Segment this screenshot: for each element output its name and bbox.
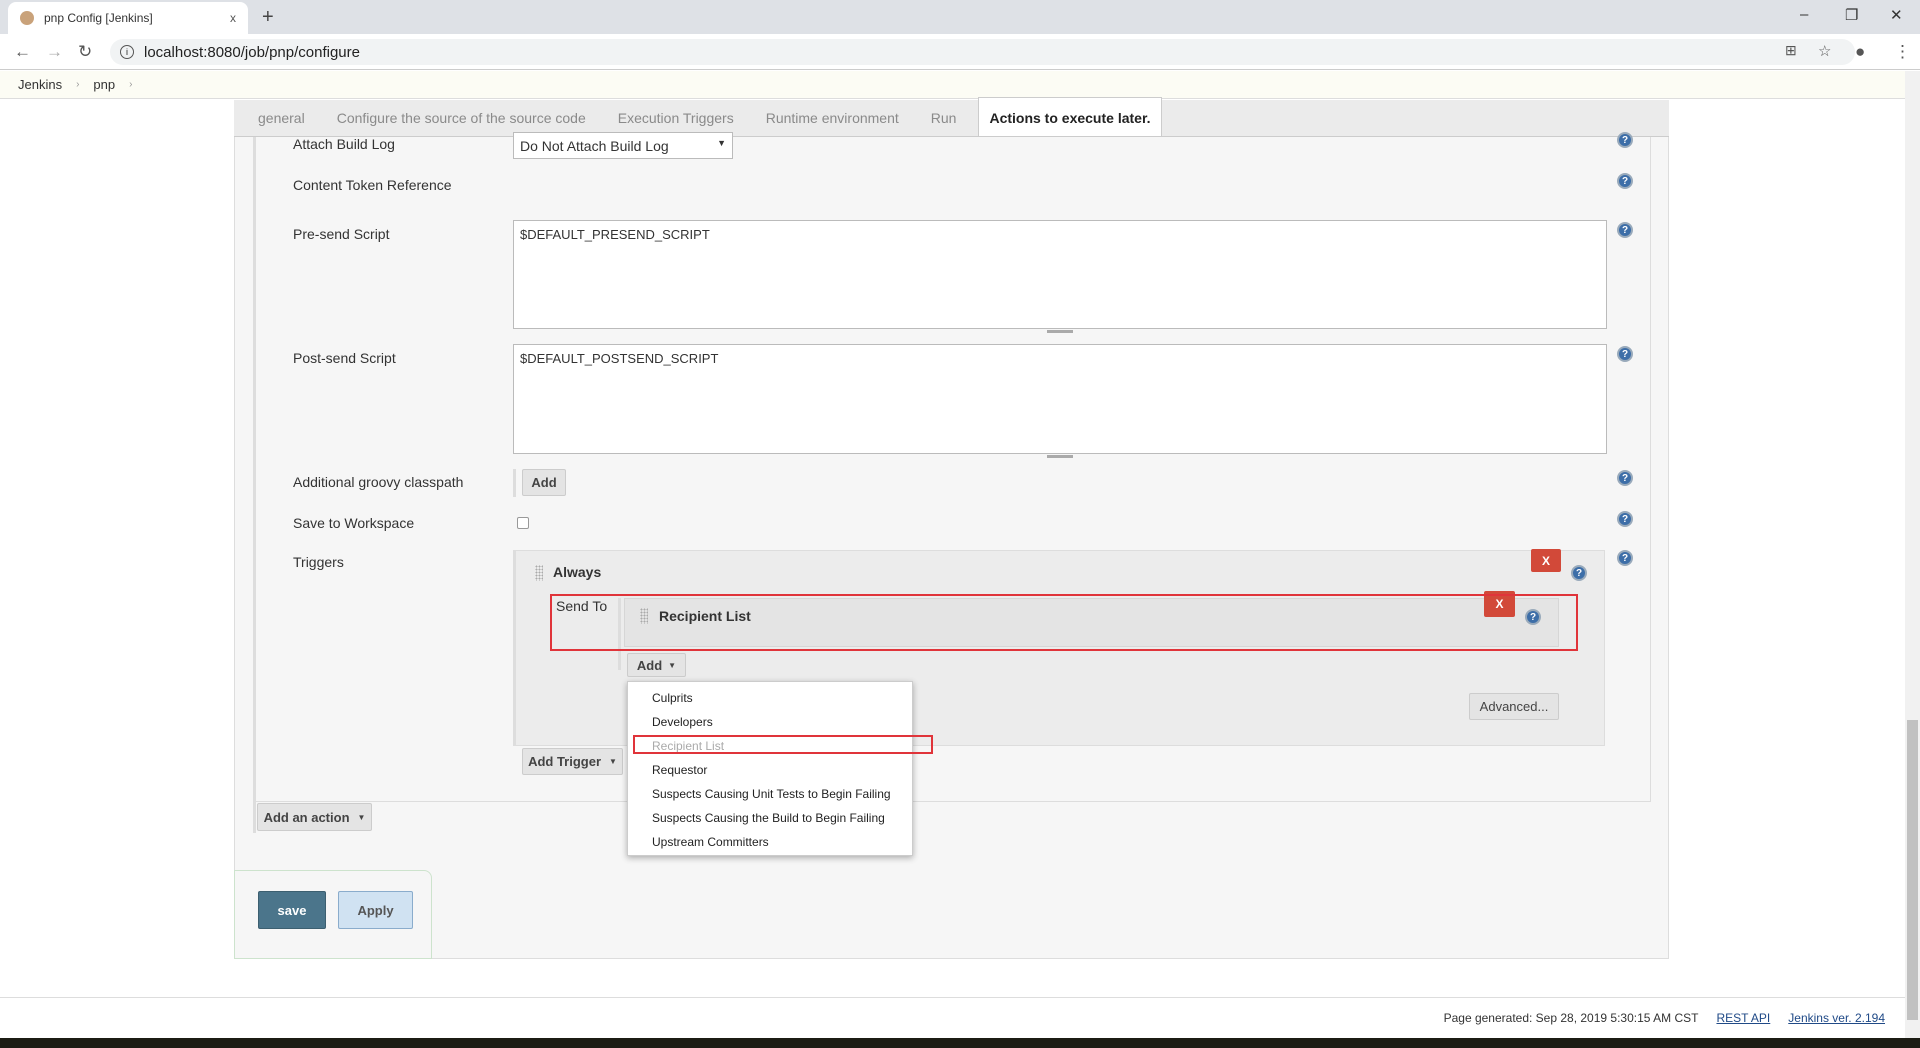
delete-trigger-button[interactable]: X bbox=[1531, 549, 1561, 572]
scrollbar-thumb[interactable] bbox=[1907, 720, 1918, 1020]
config-tabs: general Configure the source of the sour… bbox=[234, 97, 1669, 137]
add-recipient-button[interactable]: Add ▼ bbox=[627, 653, 686, 677]
footer: Page generated: Sep 28, 2019 5:30:15 AM … bbox=[0, 997, 1905, 1038]
add-action-button[interactable]: Add an action ▼ bbox=[257, 803, 372, 831]
postsend-script-label: Post-send Script bbox=[293, 350, 396, 366]
section-border bbox=[253, 802, 256, 833]
star-icon[interactable]: ☆ bbox=[1818, 42, 1831, 60]
url-text: localhost:8080/job/pnp/configure bbox=[144, 43, 360, 61]
help-icon[interactable]: ? bbox=[1617, 511, 1633, 527]
content-token-label: Content Token Reference bbox=[293, 177, 452, 193]
resize-handle[interactable] bbox=[1047, 455, 1073, 458]
page-generated-text: Page generated: Sep 28, 2019 5:30:15 AM … bbox=[1443, 1011, 1699, 1025]
close-window-button[interactable]: ✕ bbox=[1890, 6, 1903, 24]
add-classpath-button[interactable]: Add bbox=[522, 469, 566, 496]
menu-item-requestor[interactable]: Requestor bbox=[628, 758, 912, 782]
breadcrumb: Jenkins › pnp › bbox=[0, 71, 1905, 99]
breadcrumb-jenkins[interactable]: Jenkins bbox=[18, 77, 62, 92]
tab-general[interactable]: general bbox=[242, 110, 321, 136]
chevron-right-icon: › bbox=[76, 79, 80, 90]
field-border bbox=[513, 469, 516, 497]
breadcrumb-pnp[interactable]: pnp bbox=[93, 77, 115, 92]
rest-api-link[interactable]: REST API bbox=[1716, 1011, 1770, 1025]
help-icon[interactable]: ? bbox=[1617, 173, 1633, 189]
reload-icon[interactable]: ↻ bbox=[78, 42, 92, 62]
url-input[interactable]: i localhost:8080/job/pnp/configure bbox=[110, 39, 1855, 65]
restore-button[interactable]: ❐ bbox=[1845, 6, 1858, 24]
save-to-workspace-label: Save to Workspace bbox=[293, 515, 415, 531]
taskbar bbox=[0, 1038, 1920, 1048]
highlight-recipient-box bbox=[550, 594, 1578, 651]
save-to-workspace-checkbox[interactable] bbox=[517, 517, 529, 529]
menu-item-suspects-unit-tests[interactable]: Suspects Causing Unit Tests to Begin Fai… bbox=[628, 782, 912, 806]
advanced-button[interactable]: Advanced... bbox=[1469, 693, 1559, 720]
attach-build-log-label: Attach Build Log bbox=[293, 136, 395, 152]
minimize-button[interactable]: – bbox=[1800, 6, 1808, 23]
presend-script-label: Pre-send Script bbox=[293, 226, 390, 242]
account-icon[interactable]: ● bbox=[1855, 42, 1865, 62]
browser-tab-strip bbox=[0, 0, 1920, 34]
triggers-label: Triggers bbox=[293, 554, 344, 570]
help-icon[interactable]: ? bbox=[1617, 550, 1633, 566]
drag-handle-icon[interactable] bbox=[535, 565, 543, 581]
tab-title: pnp Config [Jenkins] bbox=[44, 11, 153, 25]
save-button[interactable]: save bbox=[258, 891, 326, 929]
dropdown-arrow-icon: ▼ bbox=[357, 812, 366, 822]
jenkins-version-link[interactable]: Jenkins ver. 2.194 bbox=[1788, 1011, 1885, 1025]
button-label: Add Trigger bbox=[528, 754, 602, 769]
tab-close-icon[interactable]: x bbox=[230, 11, 236, 25]
help-icon[interactable]: ? bbox=[1617, 470, 1633, 486]
back-icon[interactable]: ← bbox=[14, 42, 31, 62]
help-icon[interactable]: ? bbox=[1617, 132, 1633, 148]
attach-build-log-select[interactable]: Do Not Attach Build Log ▼ bbox=[513, 132, 733, 159]
translate-icon[interactable]: ⊞ bbox=[1785, 42, 1797, 59]
menu-icon[interactable]: ⋮ bbox=[1894, 42, 1911, 62]
new-tab-button[interactable]: + bbox=[262, 6, 274, 29]
select-value: Do Not Attach Build Log bbox=[520, 138, 669, 154]
tab-post-build-actions[interactable]: Actions to execute later. bbox=[978, 97, 1162, 136]
dropdown-arrow-icon: ▼ bbox=[717, 138, 726, 148]
button-label: Add an action bbox=[263, 809, 350, 825]
tab-run[interactable]: Run bbox=[915, 110, 973, 136]
menu-item-suspects-build[interactable]: Suspects Causing the Build to Begin Fail… bbox=[628, 806, 912, 830]
menu-item-upstream-committers[interactable]: Upstream Committers bbox=[628, 830, 912, 854]
highlight-menu-item bbox=[633, 735, 933, 754]
presend-script-textarea[interactable]: $DEFAULT_PRESEND_SCRIPT bbox=[513, 220, 1607, 329]
add-trigger-button[interactable]: Add Trigger ▼ bbox=[522, 748, 623, 775]
groovy-classpath-label: Additional groovy classpath bbox=[293, 474, 464, 490]
forward-icon[interactable]: → bbox=[46, 42, 63, 62]
info-icon[interactable]: i bbox=[120, 45, 134, 59]
postsend-script-textarea[interactable]: $DEFAULT_POSTSEND_SCRIPT bbox=[513, 344, 1607, 454]
dropdown-arrow-icon: ▼ bbox=[668, 660, 677, 670]
jenkins-favicon-icon bbox=[20, 11, 34, 25]
chevron-right-icon: › bbox=[129, 79, 133, 90]
help-icon[interactable]: ? bbox=[1617, 222, 1633, 238]
resize-handle[interactable] bbox=[1047, 330, 1073, 333]
help-icon[interactable]: ? bbox=[1571, 565, 1587, 581]
menu-item-developers[interactable]: Developers bbox=[628, 710, 912, 734]
tab-runtime[interactable]: Runtime environment bbox=[750, 110, 915, 136]
add-recipient-menu: Culprits Developers Recipient List Reque… bbox=[627, 681, 913, 856]
button-label: Add bbox=[636, 657, 663, 673]
browser-tab[interactable]: pnp Config [Jenkins] x bbox=[8, 2, 248, 34]
menu-item-culprits[interactable]: Culprits bbox=[628, 686, 912, 710]
trigger-name: Always bbox=[553, 564, 602, 580]
apply-button[interactable]: Apply bbox=[338, 891, 413, 929]
help-icon[interactable]: ? bbox=[1617, 346, 1633, 362]
dropdown-arrow-icon: ▼ bbox=[609, 757, 617, 766]
